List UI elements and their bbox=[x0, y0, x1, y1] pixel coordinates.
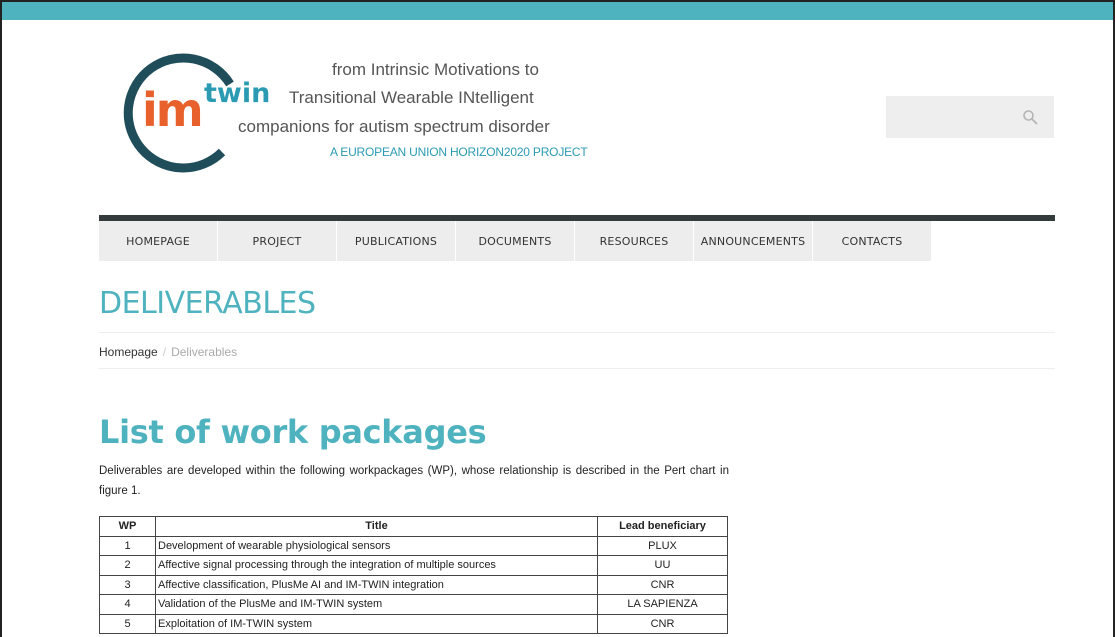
search-input[interactable] bbox=[886, 96, 1016, 138]
page-title: DELIVERABLES bbox=[99, 286, 316, 321]
nav-item-documents[interactable]: DOCUMENTS bbox=[456, 221, 575, 261]
site-logo[interactable]: im twin from Intrinsic Motivations to Tr… bbox=[112, 52, 588, 177]
header-lead: Lead beneficiary bbox=[597, 516, 728, 537]
table-row: 1 Development of wearable physiological … bbox=[99, 535, 728, 556]
cell-title: Affective signal processing through the … bbox=[155, 555, 598, 576]
cell-title: Exploitation of IM-TWIN system bbox=[155, 613, 598, 634]
cell-lead: CNR bbox=[597, 574, 728, 595]
cell-title: Affective classification, PlusMe AI and … bbox=[155, 574, 598, 595]
nav-item-announcements[interactable]: ANNOUNCEMENTS bbox=[694, 221, 813, 261]
cell-title: Development of wearable physiological se… bbox=[155, 535, 598, 556]
top-accent-bar bbox=[2, 2, 1113, 20]
breadcrumb-divider: / bbox=[162, 345, 167, 359]
logo-tagline-2: Transitional Wearable INtelligent bbox=[289, 88, 534, 107]
intro-paragraph: Deliverables are developed within the fo… bbox=[99, 465, 729, 497]
search-icon[interactable] bbox=[1022, 109, 1038, 125]
breadcrumb-current: Deliverables bbox=[171, 345, 238, 359]
cell-lead: UU bbox=[597, 555, 728, 576]
title-divider bbox=[99, 332, 1055, 333]
breadcrumb: Homepage / Deliverables bbox=[99, 345, 237, 359]
cell-lead: CNR bbox=[597, 613, 728, 634]
table-row: 5 Exploitation of IM-TWIN system CNR bbox=[99, 613, 728, 634]
search-box bbox=[886, 96, 1054, 138]
cell-wp: 1 bbox=[99, 535, 156, 556]
cell-wp: 5 bbox=[99, 613, 156, 634]
header-title: Title bbox=[155, 516, 598, 537]
table-row: 2 Affective signal processing through th… bbox=[99, 555, 728, 576]
header-wp: WP bbox=[99, 516, 156, 537]
cell-wp: 3 bbox=[99, 574, 156, 595]
nav-item-project[interactable]: PROJECT bbox=[218, 221, 337, 261]
cell-wp: 2 bbox=[99, 555, 156, 576]
logo-im-text: im bbox=[142, 83, 204, 137]
main-nav: HOMEPAGE PROJECT PUBLICATIONS DOCUMENTS … bbox=[99, 221, 932, 261]
table-row: 4 Validation of the PlusMe and IM-TWIN s… bbox=[99, 594, 728, 615]
table-row: 3 Affective classification, PlusMe AI an… bbox=[99, 574, 728, 595]
cell-wp: 4 bbox=[99, 594, 156, 615]
cell-lead: LA SAPIENZA bbox=[597, 594, 728, 615]
logo-tagline-4: A EUROPEAN UNION HORIZON2020 PROJECT bbox=[330, 145, 588, 159]
table-header-row: WP Title Lead beneficiary bbox=[99, 516, 728, 537]
breadcrumb-divider-line bbox=[99, 368, 1055, 369]
nav-item-homepage[interactable]: HOMEPAGE bbox=[99, 221, 218, 261]
breadcrumb-home-link[interactable]: Homepage bbox=[99, 345, 158, 359]
logo-twin-text: twin bbox=[204, 78, 271, 109]
logo-tagline-3: companions for autism spectrum disorder bbox=[238, 117, 550, 136]
nav-item-publications[interactable]: PUBLICATIONS bbox=[337, 221, 456, 261]
cell-title: Validation of the PlusMe and IM-TWIN sys… bbox=[155, 594, 598, 615]
logo-tagline-1: from Intrinsic Motivations to bbox=[332, 60, 539, 79]
nav-item-resources[interactable]: RESOURCES bbox=[575, 221, 694, 261]
work-packages-table: WP Title Lead beneficiary 1 Development … bbox=[99, 516, 728, 634]
nav-item-contacts[interactable]: CONTACTS bbox=[813, 221, 932, 261]
cell-lead: PLUX bbox=[597, 535, 728, 556]
section-heading: List of work packages bbox=[99, 413, 487, 451]
